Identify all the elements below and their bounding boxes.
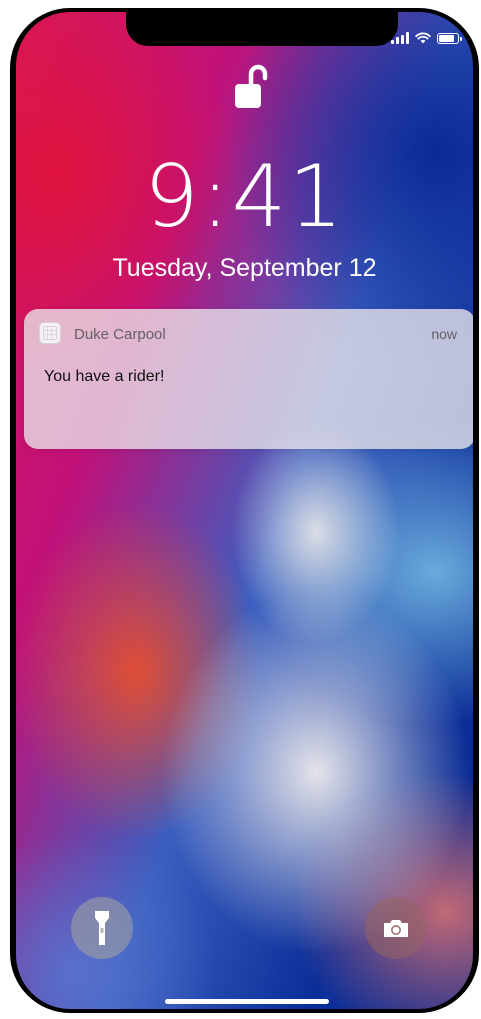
notification-card[interactable]: Duke Carpool now You have a rider! [24,309,473,449]
phone-frame: 9:41 Tuesday, September 12 Duke Carpool … [0,0,481,1019]
status-bar [391,32,462,44]
notification-time: now [431,326,457,342]
battery-fill [439,34,454,42]
lock-screen-date: Tuesday, September 12 [112,254,377,282]
camera-button[interactable] [365,897,427,959]
lock-screen: 9:41 Tuesday, September 12 Duke Carpool … [16,12,473,1009]
home-indicator[interactable] [165,999,329,1004]
flashlight-icon [95,911,109,945]
app-icon [39,322,61,344]
notification-message: You have a rider! [44,368,165,385]
notification-app-name: Duke Carpool [74,326,166,343]
camera-icon [384,920,408,937]
flashlight-button[interactable] [71,897,133,959]
cellular-signal-icon [391,32,409,44]
wifi-icon [415,32,431,44]
phone-bezel: 9:41 Tuesday, September 12 Duke Carpool … [10,8,479,1013]
battery-icon [437,32,462,44]
notch [126,12,398,46]
lock-screen-time: 9:41 [143,147,346,247]
unlocked-padlock-icon [235,64,268,108]
